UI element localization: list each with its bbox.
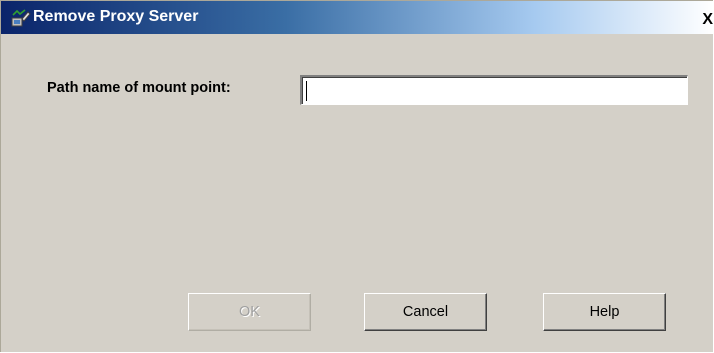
remove-proxy-server-dialog: Remove Proxy Server X Path name of mount… bbox=[0, 0, 713, 352]
cancel-button[interactable]: Cancel bbox=[364, 293, 487, 331]
close-icon[interactable]: X bbox=[699, 11, 713, 29]
title-bar[interactable]: Remove Proxy Server X bbox=[1, 1, 713, 34]
ok-button[interactable]: OK bbox=[188, 293, 311, 331]
mount-point-input[interactable] bbox=[300, 75, 688, 105]
window-title: Remove Proxy Server bbox=[33, 8, 199, 25]
proxy-server-icon bbox=[11, 9, 31, 27]
text-caret bbox=[306, 81, 307, 101]
help-button[interactable]: Help bbox=[543, 293, 666, 331]
mount-point-label: Path name of mount point: bbox=[47, 80, 231, 96]
